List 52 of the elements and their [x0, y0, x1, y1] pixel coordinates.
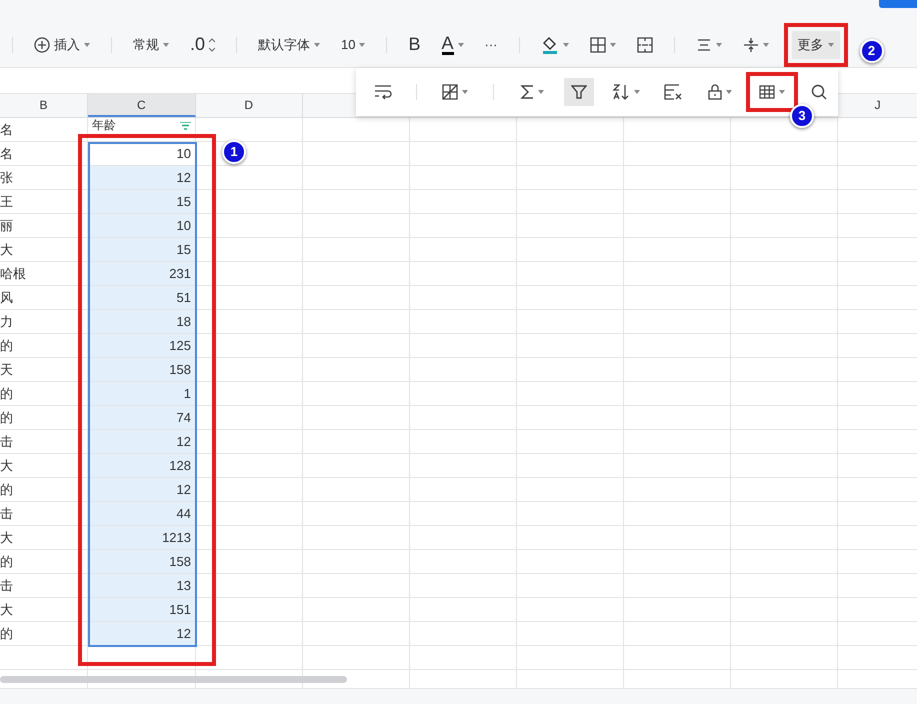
step-number: 2 [860, 38, 884, 62]
table-cell: 18 [88, 310, 196, 334]
table-cell: 15 [88, 190, 196, 214]
dropdown-button[interactable]: 10 [335, 30, 372, 58]
font-color-button[interactable]: A [436, 30, 470, 58]
column-header[interactable]: D [196, 94, 303, 117]
stepper-icon [209, 38, 216, 52]
table-cell: 1 [88, 382, 196, 406]
table-icon [759, 85, 775, 99]
lock-icon [708, 84, 722, 100]
table-cell: 51 [88, 286, 196, 310]
filter-icon [571, 84, 587, 100]
dropdown-button[interactable]: 默认字体 [252, 30, 326, 58]
table-cell: 15 [88, 238, 196, 262]
more-options-button[interactable]: ··· [478, 30, 504, 58]
table-cell: 158 [88, 550, 196, 574]
scrollbar[interactable] [0, 676, 347, 683]
table-cell: 12 [88, 478, 196, 502]
column-header[interactable]: C [88, 94, 196, 117]
align-icon [696, 38, 712, 52]
filter-icon[interactable] [180, 122, 191, 130]
column-title: 年龄 [92, 118, 116, 132]
clear-icon [664, 84, 682, 100]
wrap-text-icon [374, 84, 392, 100]
vertical-align-icon [742, 36, 759, 52]
cell-format-icon [442, 84, 458, 100]
more-button[interactable]: 更多 [792, 30, 840, 58]
table-cell: 151 [88, 598, 196, 622]
table-cell: 13 [88, 574, 196, 598]
table-cell: 44 [88, 502, 196, 526]
table-cell: 12 [88, 166, 196, 190]
table-cell: 12 [88, 622, 196, 646]
decimal-button[interactable]: .0 [184, 30, 222, 58]
grid-icon [590, 36, 606, 52]
merge-cells-icon [636, 36, 653, 52]
table-cell: 74 [88, 406, 196, 430]
table-cell: 1213 [88, 526, 196, 550]
table-cell: 10 [88, 214, 196, 238]
plus-circle-icon [34, 36, 50, 52]
dropdown-button[interactable]: 常规 [127, 30, 175, 58]
search-icon [811, 84, 827, 100]
column-header[interactable]: J [838, 94, 917, 117]
sort-icon [612, 83, 630, 101]
table-cell: 125 [88, 334, 196, 358]
insert-button[interactable]: 插入 [28, 30, 96, 58]
bold-button[interactable]: B [402, 30, 426, 58]
table-cell: 128 [88, 454, 196, 478]
table-cell: 231 [88, 262, 196, 286]
filter-button[interactable] [564, 78, 594, 106]
table-cell: 158 [88, 358, 196, 382]
table-cell: 12 [88, 430, 196, 454]
sum-icon [520, 84, 534, 100]
